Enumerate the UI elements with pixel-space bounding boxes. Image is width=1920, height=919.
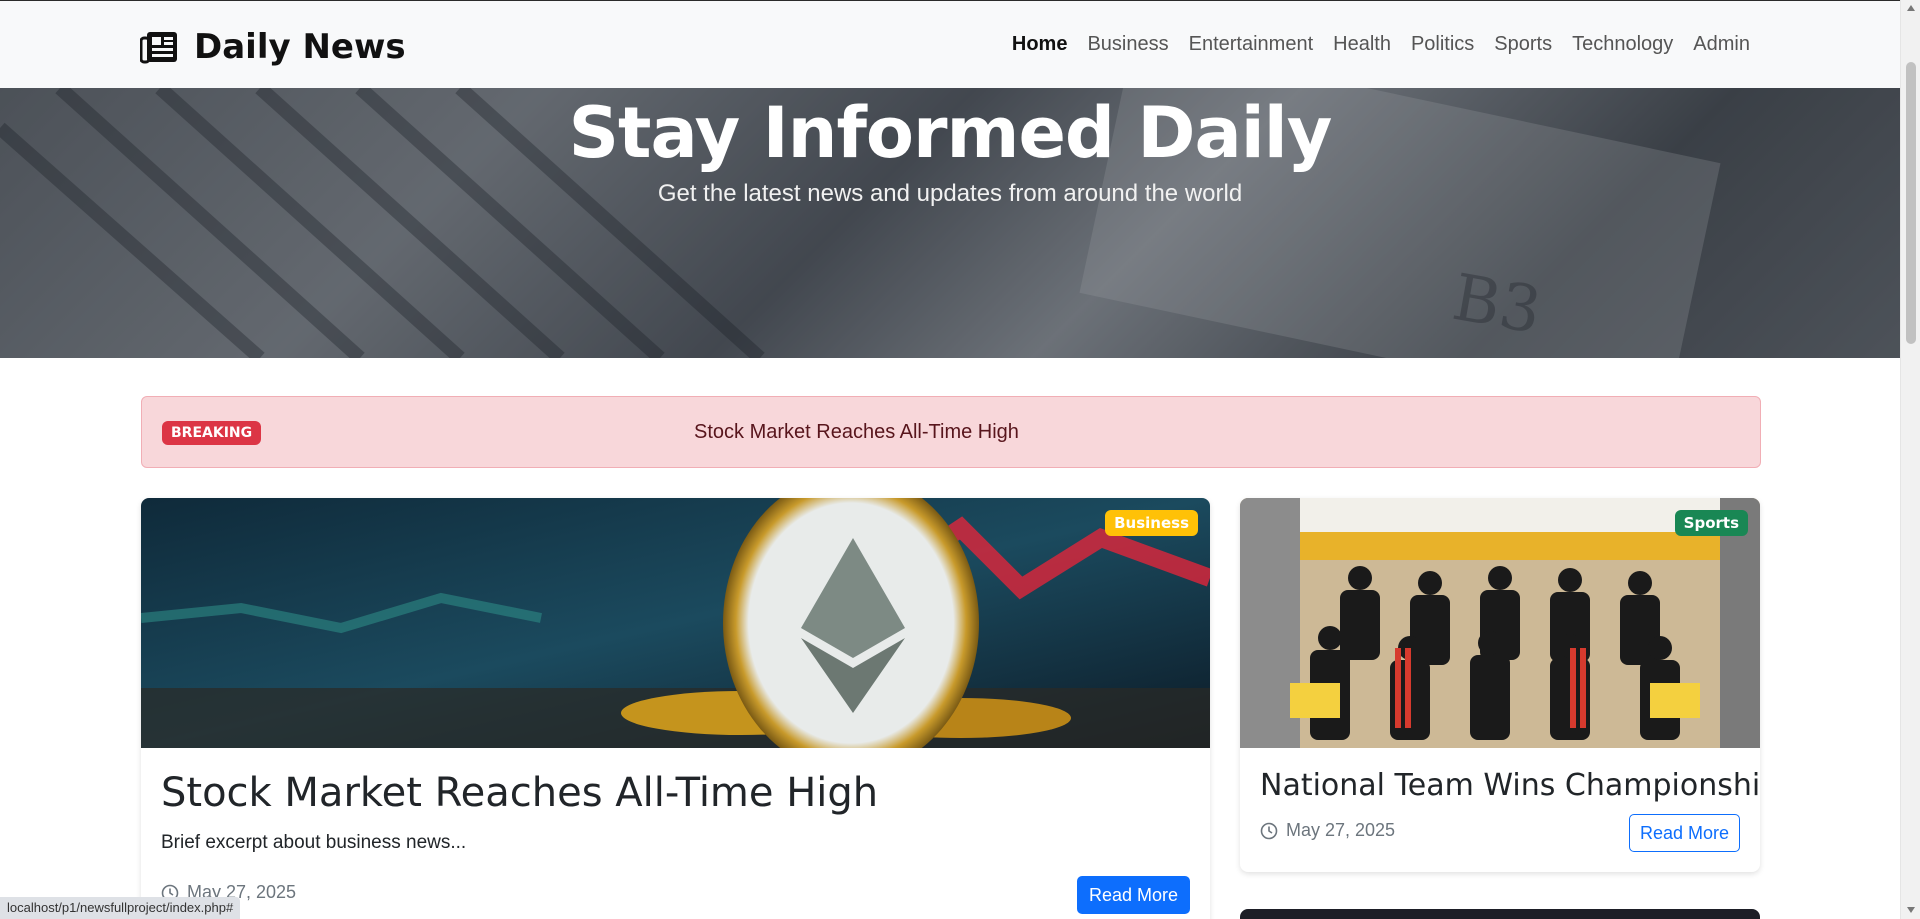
next-article-card[interactable] [1240, 909, 1760, 919]
newspaper-icon [140, 32, 177, 64]
hero-banner: B3 Stay Informed Daily Get the latest ne… [0, 88, 1900, 358]
browser-status-bar: localhost/p1/newsfullproject/index.php# [0, 897, 241, 919]
nav-link-entertainment[interactable]: Entertainment [1189, 33, 1314, 56]
scroll-up-arrow-icon[interactable] [1907, 5, 1915, 11]
article-date: May 27, 2025 [1260, 820, 1395, 841]
clock-icon [1260, 822, 1278, 839]
hero-title: Stay Informed Daily [568, 92, 1333, 174]
side-article-card: Sports National Team Wins Championship M… [1240, 498, 1760, 872]
read-more-button[interactable]: Read More [1628, 814, 1740, 852]
nav-link-politics[interactable]: Politics [1411, 33, 1474, 56]
nav-link-business[interactable]: Business [1087, 33, 1168, 56]
nav-link-sports[interactable]: Sports [1494, 33, 1552, 56]
category-badge: Business [1105, 510, 1198, 536]
nav-link-health[interactable]: Health [1333, 33, 1391, 56]
category-badge: Sports [1674, 510, 1748, 536]
featured-article-card: Business Stock Market Reaches All-Time H… [141, 498, 1210, 919]
article-title[interactable]: Stock Market Reaches All-Time High [161, 770, 878, 816]
nav-link-home[interactable]: Home [1012, 33, 1068, 56]
article-excerpt: Brief excerpt about business news... [161, 832, 467, 853]
read-more-button[interactable]: Read More [1076, 876, 1190, 914]
breaking-badge: BREAKING [162, 421, 262, 445]
article-title[interactable]: National Team Wins Championship [1260, 768, 1760, 803]
brand-name: Daily News [194, 27, 406, 67]
scroll-down-arrow-icon[interactable] [1907, 907, 1915, 913]
nav-link-technology[interactable]: Technology [1572, 33, 1673, 56]
breaking-news-alert: BREAKING Stock Market Reaches All-Time H… [141, 396, 1761, 468]
page-scrollbar[interactable] [1900, 0, 1920, 919]
scrollbar-thumb[interactable] [1906, 62, 1916, 344]
nav-menu: Home Business Entertainment Health Polit… [1012, 33, 1750, 56]
breaking-headline[interactable]: Stock Market Reaches All-Time High [694, 421, 1019, 444]
article-image: Business [141, 498, 1210, 748]
nav-link-admin[interactable]: Admin [1693, 33, 1750, 56]
article-date-text: May 27, 2025 [1286, 820, 1396, 840]
brand-link[interactable]: Daily News [140, 27, 406, 67]
hero-subtitle: Get the latest news and updates from aro… [657, 180, 1243, 207]
article-image: Sports [1240, 498, 1760, 748]
crypto-coin-image [141, 498, 1210, 748]
navbar: Daily News Home Business Entertainment H… [0, 0, 1900, 88]
